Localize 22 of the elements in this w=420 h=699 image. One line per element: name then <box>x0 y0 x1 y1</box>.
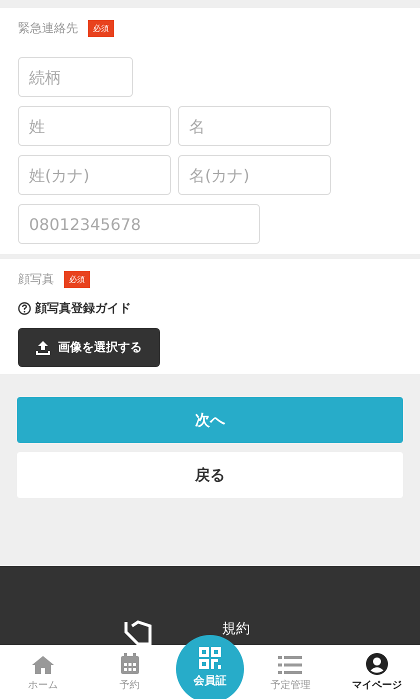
calendar-icon <box>120 653 140 675</box>
user-icon <box>366 653 388 675</box>
back-button[interactable]: 戻る <box>17 452 403 498</box>
section-label: 顔写真 <box>18 271 54 288</box>
guide-link[interactable]: 顔写真登録ガイド <box>35 300 131 317</box>
section-label: 緊急連絡先 <box>18 20 78 37</box>
required-badge: 必須 <box>88 20 114 37</box>
input-field[interactable]: 姓(カナ) <box>18 155 171 195</box>
input-field[interactable]: 続柄 <box>18 57 133 97</box>
nav-tab[interactable]: マイページ <box>334 645 420 699</box>
qr-code-icon <box>199 647 222 669</box>
upload-button[interactable]: 画像を選択する <box>18 328 160 367</box>
input-field[interactable]: 名(カナ) <box>178 155 331 195</box>
help-icon <box>18 302 31 315</box>
home-icon <box>31 655 56 675</box>
footer-link[interactable]: 規約 <box>222 620 250 638</box>
input-field[interactable]: 姓 <box>18 106 171 146</box>
input-field[interactable]: 08012345678 <box>18 204 260 244</box>
required-badge: 必須 <box>64 271 90 288</box>
list-icon <box>278 655 302 675</box>
upload-icon <box>36 340 50 354</box>
input-field[interactable]: 名 <box>178 106 331 146</box>
